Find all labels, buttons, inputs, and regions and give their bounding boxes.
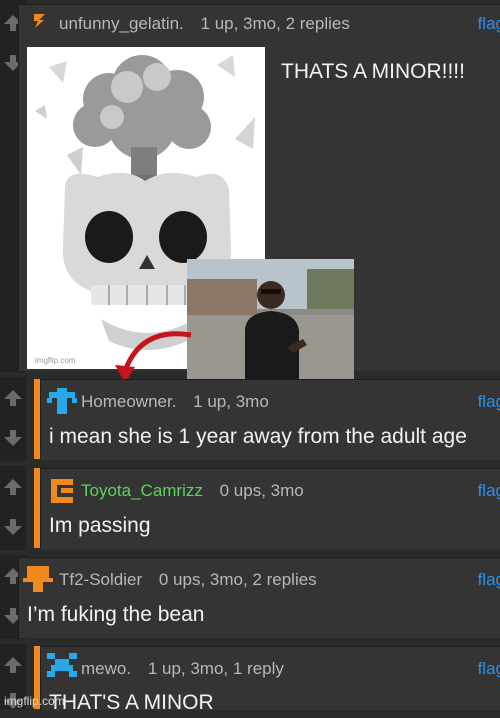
comment-meta: mewo. 1 up, 3mo, 1 reply <box>81 659 284 679</box>
comment-card: mewo. 1 up, 3mo, 1 reply flag THAT'S A M… <box>40 646 500 714</box>
upvote-icon[interactable] <box>0 470 26 504</box>
flag-link[interactable]: flag <box>478 392 500 412</box>
vote-column <box>0 466 26 550</box>
comment-text: THATS A MINOR!!!! <box>281 60 465 83</box>
comment-1: unfunny_gelatin. 1 up, 3mo, 2 replies fl… <box>0 0 500 383</box>
mewo-avatar-icon[interactable] <box>47 653 77 681</box>
man-photo-image <box>187 259 354 381</box>
comment-5: mewo. 1 up, 3mo, 1 reply flag THAT'S A M… <box>0 644 500 714</box>
comment-text: i mean she is 1 year away from the adult… <box>49 425 467 448</box>
imgflip-watermark: imgflip.com <box>4 694 65 708</box>
downvote-icon[interactable] <box>0 421 26 455</box>
comment-stats: 0 ups, 3mo, 2 replies <box>158 570 317 589</box>
comment-4: Tf2-Soldier 0 ups, 3mo, 2 replies flag I… <box>0 555 500 639</box>
username-link[interactable]: Homeowner. <box>81 392 176 411</box>
comment-meta: Tf2-Soldier 0 ups, 3mo, 2 replies <box>59 570 317 590</box>
comment-text: THAT'S A MINOR <box>49 691 214 714</box>
comment-3: Toyota_Camrizz 0 ups, 3mo flag Im passin… <box>0 466 500 550</box>
comment-card: Tf2-Soldier 0 ups, 3mo, 2 replies flag I… <box>18 557 500 638</box>
flag-link[interactable]: flag <box>478 570 500 590</box>
comment-stats: 1 up, 3mo, 2 replies <box>200 14 350 33</box>
flag-link[interactable]: flag <box>478 14 500 34</box>
comment-meta: Homeowner. 1 up, 3mo <box>81 392 269 412</box>
toyota-avatar-icon[interactable] <box>47 475 77 505</box>
comment-card: unfunny_gelatin. 1 up, 3mo, 2 replies fl… <box>18 4 500 383</box>
comment-stats: 0 ups, 3mo <box>219 481 304 500</box>
gelatin-avatar-icon[interactable] <box>31 11 49 29</box>
comment-text: I’m fuking the bean <box>27 603 205 626</box>
homeowner-avatar-icon[interactable] <box>47 386 77 414</box>
comment-text: Im passing <box>49 514 151 537</box>
comment-stats: 1 up, 3mo, 1 reply <box>147 659 284 678</box>
username-link[interactable]: Tf2-Soldier <box>59 570 142 589</box>
vote-column <box>0 377 26 461</box>
username-link[interactable]: unfunny_gelatin. <box>59 14 184 33</box>
upvote-icon[interactable] <box>0 648 26 682</box>
image-caption: imgflip.com <box>35 356 76 365</box>
comment-stats: 1 up, 3mo <box>193 392 269 411</box>
flag-link[interactable]: flag <box>478 659 500 679</box>
downvote-icon[interactable] <box>0 510 26 544</box>
flag-link[interactable]: flag <box>478 481 500 501</box>
username-link[interactable]: mewo. <box>81 659 131 678</box>
comment-card: Homeowner. 1 up, 3mo flag i mean she is … <box>40 379 500 460</box>
comment-meta: unfunny_gelatin. 1 up, 3mo, 2 replies <box>59 14 350 34</box>
comment-2: Homeowner. 1 up, 3mo flag i mean she is … <box>0 377 500 461</box>
username-link[interactable]: Toyota_Camrizz <box>81 481 203 500</box>
upvote-icon[interactable] <box>0 381 26 415</box>
comment-meta: Toyota_Camrizz 0 ups, 3mo <box>81 481 304 501</box>
comment-card: Toyota_Camrizz 0 ups, 3mo flag Im passin… <box>40 468 500 549</box>
soldier-avatar-icon[interactable] <box>23 564 53 592</box>
